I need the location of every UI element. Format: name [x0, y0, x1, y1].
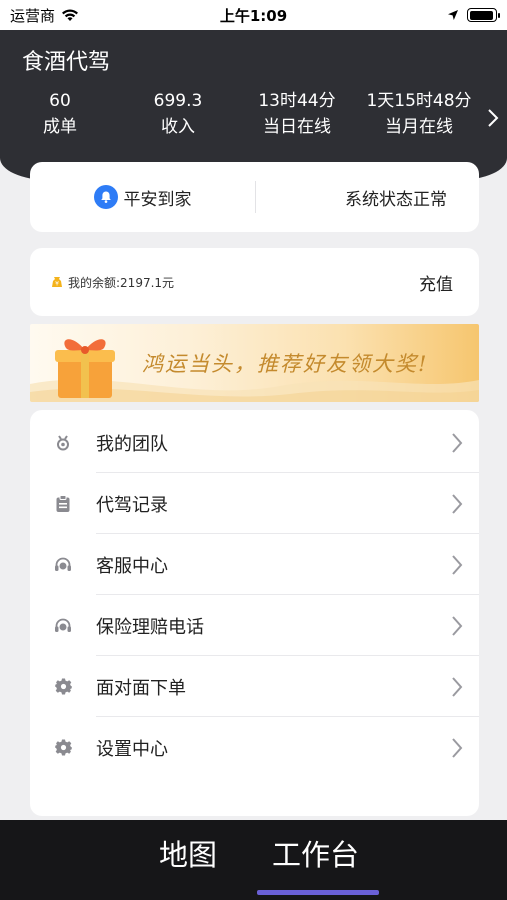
promo-banner[interactable]: 鸿运当头，推荐好友领大奖! — [30, 324, 479, 402]
chevron-right-icon — [435, 432, 479, 454]
stat-value: 60 — [49, 91, 71, 111]
menu-item-insurance-hotline[interactable]: 保险理赔电话 — [30, 595, 479, 656]
menu-label: 保险理赔电话 — [96, 616, 204, 638]
wifi-icon — [62, 8, 79, 21]
menu-item-customer-service[interactable]: 客服中心 — [30, 534, 479, 595]
banner-text: 鸿运当头，推荐好友领大奖! — [142, 352, 429, 376]
menu-label: 客服中心 — [96, 555, 168, 577]
menu-card: 我的团队 代驾记录 客服中心 保险理赔电话 面对面下单 设置中心 — [30, 410, 479, 816]
team-icon — [30, 434, 96, 451]
balance-card: ¥ 我的余额:2197.1元 充值 — [30, 248, 479, 316]
coin-icon: ¥ — [52, 277, 62, 288]
stats-header: 食酒代驾 60 成单 699.3 收入 13时44分 当日在线 1天15时48分… — [0, 30, 507, 180]
chevron-right-icon — [435, 737, 479, 759]
stat-orders: 60 成单 — [0, 90, 120, 140]
status-right — [447, 8, 500, 22]
menu-label: 代驾记录 — [96, 494, 168, 516]
menu-item-driving-records[interactable]: 代驾记录 — [30, 473, 479, 534]
location-arrow-icon — [448, 10, 458, 20]
stat-daily-online: 13时44分 当日在线 — [236, 90, 358, 140]
status-bar: 运营商 上午1:09 — [0, 0, 507, 30]
tab-map[interactable]: 地图 — [159, 832, 217, 874]
menu-item-face-to-face-order[interactable]: 面对面下单 — [30, 656, 479, 717]
system-status-label: 系统状态正常 — [345, 189, 447, 210]
gift-icon — [55, 339, 115, 398]
clipboard-icon — [30, 494, 96, 513]
stat-value: 1天15时48分 — [366, 91, 472, 111]
chevron-right-icon — [435, 554, 479, 576]
chevron-right-icon — [435, 615, 479, 637]
status-left: 运营商 — [10, 5, 79, 26]
stat-label: 成单 — [43, 117, 77, 137]
stat-label: 当月在线 — [385, 117, 453, 137]
safe-home-label: 平安到家 — [123, 189, 192, 210]
tab-workbench[interactable]: 工作台 — [272, 832, 359, 874]
app-title: 食酒代驾 — [22, 50, 111, 75]
stat-value: 13时44分 — [258, 91, 336, 111]
menu-item-my-team[interactable]: 我的团队 — [30, 412, 479, 473]
menu-label: 设置中心 — [96, 738, 168, 760]
bottom-tab-bar: 地图 工作台 — [0, 820, 507, 900]
gear-icon — [30, 739, 96, 756]
stat-monthly-online: 1天15时48分 当月在线 — [358, 90, 480, 140]
stat-label: 当日在线 — [263, 117, 331, 137]
menu-label: 面对面下单 — [96, 677, 186, 699]
active-tab-indicator — [257, 890, 379, 895]
stat-value: 699.3 — [153, 91, 203, 111]
balance-info: ¥ 我的余额:2197.1元 — [50, 274, 174, 291]
safe-home-button[interactable]: 平安到家 — [30, 185, 255, 210]
stats-row: 60 成单 699.3 收入 13时44分 当日在线 1天15时48分 当月在线 — [0, 90, 480, 140]
stat-income: 699.3 收入 — [120, 90, 236, 140]
chevron-right-icon — [435, 676, 479, 698]
safety-card: 平安到家 系统状态正常 — [30, 162, 479, 232]
balance-text: 我的余额:2197.1元 — [68, 275, 175, 290]
headset-icon — [30, 557, 96, 573]
gear-icon — [30, 678, 96, 695]
carrier-label: 运营商 — [10, 6, 56, 25]
headset-icon — [30, 618, 96, 634]
stat-label: 收入 — [161, 117, 195, 137]
svg-text:¥: ¥ — [55, 281, 59, 288]
menu-label: 我的团队 — [96, 433, 168, 455]
menu-item-settings[interactable]: 设置中心 — [30, 717, 479, 778]
recharge-button[interactable]: 充值 — [419, 270, 453, 295]
bell-icon — [93, 185, 118, 209]
battery-icon — [467, 8, 500, 22]
chevron-right-icon — [435, 493, 479, 515]
chevron-right-icon[interactable] — [487, 108, 499, 128]
battery-fill — [469, 10, 494, 20]
